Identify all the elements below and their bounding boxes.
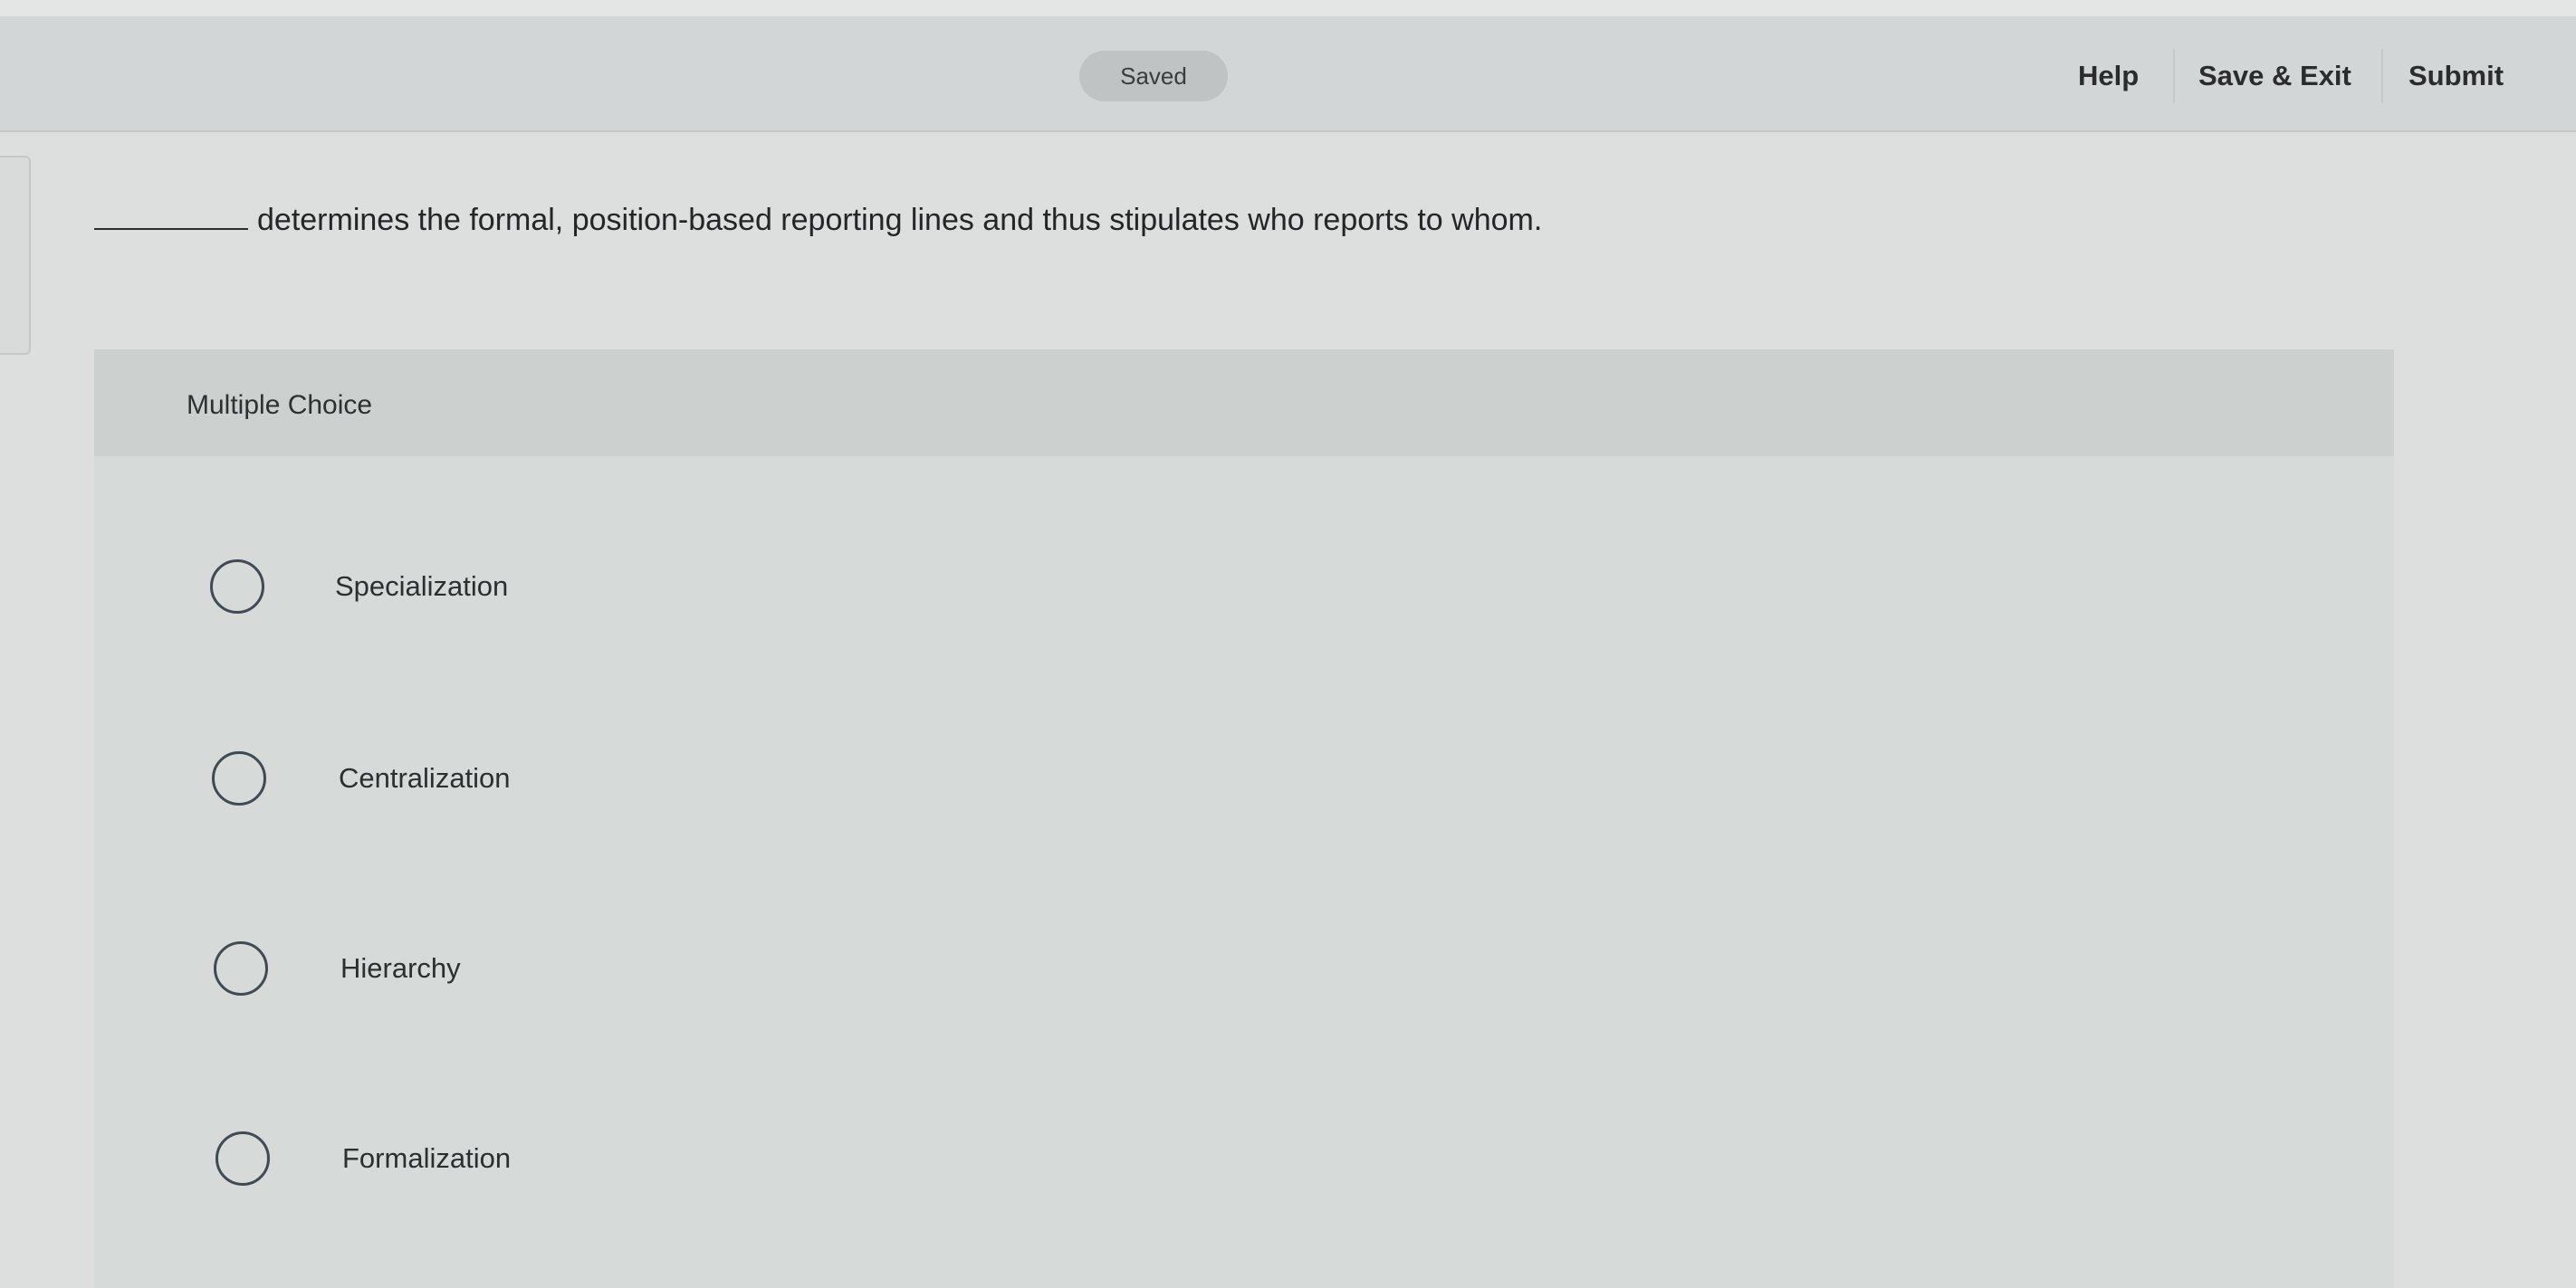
- choice-hierarchy[interactable]: Hierarchy: [214, 936, 1029, 1008]
- choice-formalization[interactable]: Formalization: [215, 1126, 1030, 1198]
- top-toolbar: Saved Help Save & Exit Submit: [0, 16, 2576, 132]
- toolbar-divider: [2173, 49, 2175, 103]
- choice-label: Centralization: [339, 762, 511, 794]
- save-and-exit-link[interactable]: Save & Exit: [2198, 49, 2351, 103]
- choice-label: Hierarchy: [340, 952, 461, 984]
- radio-button[interactable]: [210, 559, 264, 614]
- saved-status-badge: Saved: [1079, 51, 1228, 101]
- answer-panel: Multiple Choice Specialization Centraliz…: [94, 349, 2394, 1288]
- toolbar-divider: [2381, 49, 2383, 103]
- question-type-label: Multiple Choice: [187, 390, 373, 420]
- radio-button[interactable]: [212, 751, 266, 806]
- choice-label: Formalization: [342, 1142, 512, 1174]
- top-edge-strip: [0, 0, 2576, 16]
- submit-link[interactable]: Submit: [2408, 49, 2504, 103]
- answer-panel-header: Multiple Choice: [94, 349, 2394, 456]
- choice-specialization[interactable]: Specialization: [210, 554, 1025, 626]
- question-text: determines the formal, position-based re…: [257, 203, 1543, 237]
- choice-list: Specialization Centralization Hierarchy …: [94, 456, 2394, 1288]
- radio-button[interactable]: [215, 1131, 270, 1186]
- question-prompt: determines the formal, position-based re…: [94, 197, 1542, 242]
- help-link[interactable]: Help: [2078, 49, 2139, 103]
- side-panel-tab[interactable]: [0, 156, 31, 355]
- answer-blank: [94, 197, 248, 230]
- choice-centralization[interactable]: Centralization: [212, 746, 1027, 818]
- radio-button[interactable]: [214, 941, 268, 996]
- choice-label: Specialization: [335, 570, 509, 602]
